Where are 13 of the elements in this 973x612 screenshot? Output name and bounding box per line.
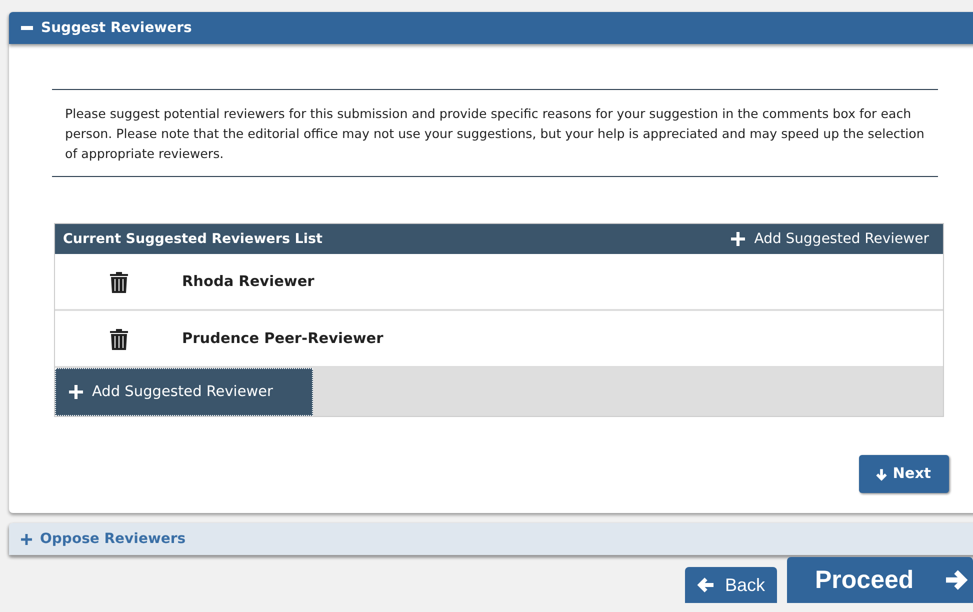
back-button[interactable]: Back xyxy=(684,567,777,603)
intro-text: Please suggest potential reviewers for this submission and provide specific reasons for your suggestion in the comments box for each person. Please note that the editorial office may not use your suggestions, but your help is appreciated and may speed up the selection of appropriate reviewers. xyxy=(52,89,938,177)
section-title: Oppose Reviewers xyxy=(40,531,186,547)
add-reviewer-button[interactable]: Add Suggested Reviewer xyxy=(55,368,313,416)
section-header[interactable]: Suggest Reviewers xyxy=(9,12,973,44)
table-title: Current Suggested Reviewers List xyxy=(63,231,322,247)
next-button[interactable]: Next xyxy=(858,455,949,493)
section-header[interactable]: Oppose Reviewers xyxy=(9,523,973,555)
add-reviewer-link[interactable]: Add Suggested Reviewer xyxy=(731,231,929,247)
section-title: Suggest Reviewers xyxy=(41,20,192,36)
reviewer-name: Prudence Peer-Reviewer xyxy=(182,330,384,346)
proceed-button[interactable]: Proceed xyxy=(787,557,973,603)
reviewer-name: Rhoda Reviewer xyxy=(182,274,314,290)
